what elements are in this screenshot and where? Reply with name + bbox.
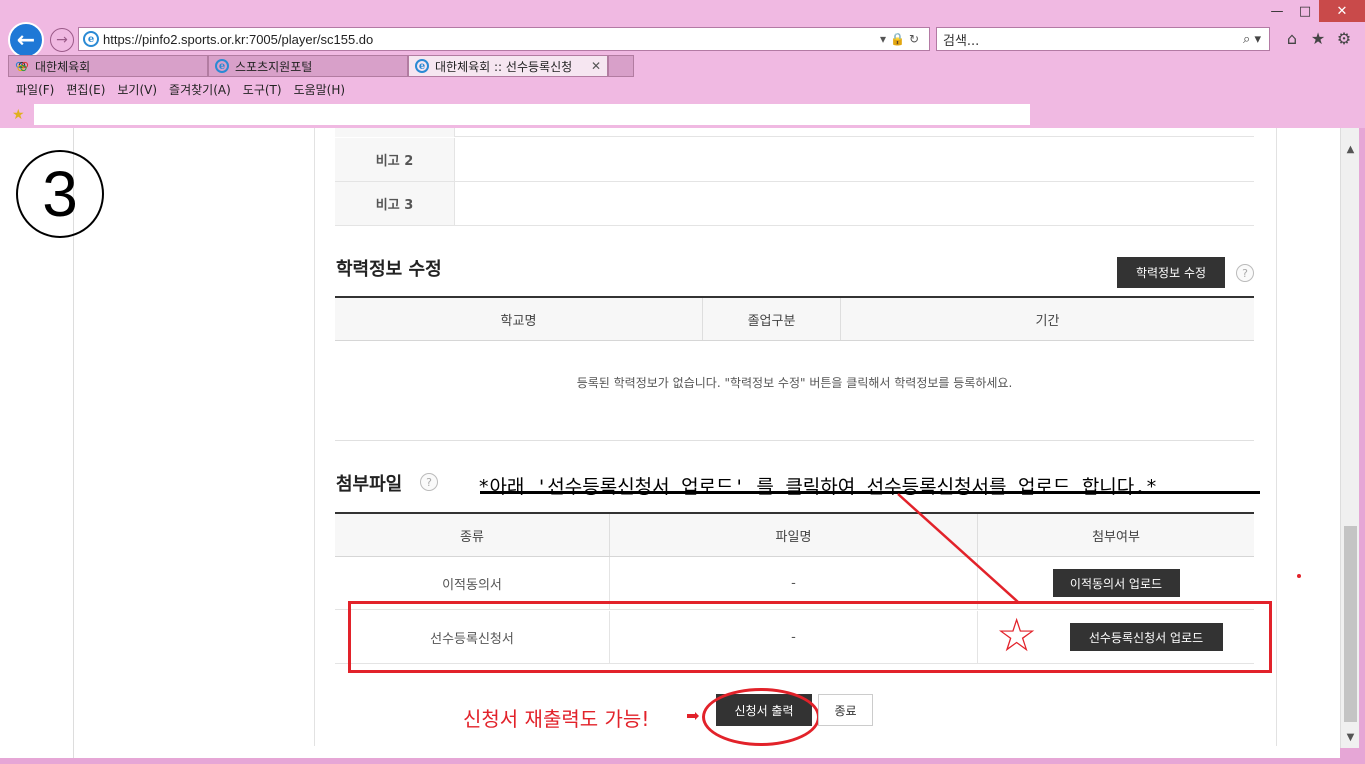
- minimize-button[interactable]: —: [1263, 0, 1291, 22]
- pointing-hand-icon: [687, 712, 699, 720]
- search-input[interactable]: 검색...: [943, 30, 1243, 49]
- reprint-note: 신청서 재출력도 가능!: [463, 707, 650, 731]
- window-border: [0, 758, 1365, 764]
- scroll-down-icon[interactable]: ▼: [1341, 728, 1360, 746]
- ie-icon: e: [83, 31, 99, 47]
- tab-sports-council[interactable]: 대한체육회: [8, 55, 208, 77]
- tab-label: 대한체육회: [35, 59, 91, 74]
- arrow-right-icon: →: [56, 32, 68, 48]
- favorites-bar: ★: [0, 101, 1365, 128]
- address-url[interactable]: https://pinfo2.sports.or.kr:7005/player/…: [103, 32, 880, 47]
- new-tab-button[interactable]: [608, 55, 634, 77]
- menu-file[interactable]: 파일(F): [10, 81, 60, 98]
- olympic-rings-icon: [15, 61, 29, 72]
- tab-strip: 대한체육회 e 스포츠지원포털 e 대한체육회 :: 선수등록신청 ✕: [8, 55, 634, 77]
- refresh-icon[interactable]: ↻: [909, 32, 923, 46]
- menu-tools[interactable]: 도구(T): [237, 81, 288, 98]
- scroll-thumb[interactable]: [1344, 526, 1357, 722]
- address-tools[interactable]: ▾🔒↻: [880, 32, 929, 46]
- home-icon[interactable]: ⌂: [1282, 28, 1302, 48]
- vertical-scrollbar[interactable]: ▲ ▼: [1340, 128, 1359, 748]
- menu-help[interactable]: 도움말(H): [288, 81, 352, 98]
- menu-edit[interactable]: 편집(E): [60, 81, 111, 98]
- page-viewport: 3 비고 2 비고 3 학력정보 수정 학력정보 수정 ? 학교명 졸업구분 기…: [0, 128, 1340, 758]
- tab-label: 스포츠지원포털: [235, 59, 313, 74]
- settings-icon[interactable]: ⚙: [1334, 28, 1354, 48]
- menu-favorites[interactable]: 즐겨찾기(A): [163, 81, 237, 98]
- dropdown-icon[interactable]: ▾: [880, 32, 890, 46]
- annotation-dot: [1297, 574, 1301, 578]
- close-window-button[interactable]: ✕: [1319, 0, 1365, 22]
- annotation-arrow: [897, 493, 1019, 603]
- tab-label: 대한체육회 :: 선수등록신청: [435, 59, 573, 74]
- search-box[interactable]: 검색... ⌕ ▾: [936, 27, 1270, 51]
- highlight-ellipse: [702, 688, 820, 746]
- toolbar-icons: ⌂ ★ ⚙: [1282, 28, 1354, 48]
- tab-sports-portal[interactable]: e 스포츠지원포털: [208, 55, 408, 77]
- ie-icon: e: [215, 59, 229, 73]
- forward-button[interactable]: →: [50, 28, 74, 52]
- favorites-icon[interactable]: ★: [1308, 28, 1328, 48]
- back-button[interactable]: ←: [8, 22, 44, 58]
- favorites-strip: [34, 104, 1030, 125]
- close-page-button[interactable]: 종료: [818, 694, 873, 726]
- menu-view[interactable]: 보기(V): [111, 81, 163, 98]
- search-icon[interactable]: ⌕ ▾: [1243, 32, 1269, 47]
- browser-chrome: — □ ✕ ← → e https://pinfo2.sports.or.kr:…: [0, 0, 1365, 128]
- menu-bar: 파일(F) 편집(E) 보기(V) 즐겨찾기(A) 도구(T) 도움말(H): [0, 78, 351, 100]
- arrow-left-icon: ←: [16, 27, 36, 53]
- close-tab-icon[interactable]: ✕: [591, 59, 607, 73]
- window-controls: — □ ✕: [1263, 0, 1365, 22]
- tab-player-registration[interactable]: e 대한체육회 :: 선수등록신청 ✕: [408, 55, 608, 77]
- address-bar[interactable]: e https://pinfo2.sports.or.kr:7005/playe…: [78, 27, 930, 51]
- lock-icon: 🔒: [889, 32, 909, 46]
- star-icon: ☆: [996, 608, 1038, 662]
- ie-icon: e: [415, 59, 429, 73]
- maximize-button[interactable]: □: [1291, 0, 1319, 22]
- scroll-up-icon[interactable]: ▲: [1341, 140, 1360, 158]
- add-favorite-icon[interactable]: ★: [12, 107, 25, 123]
